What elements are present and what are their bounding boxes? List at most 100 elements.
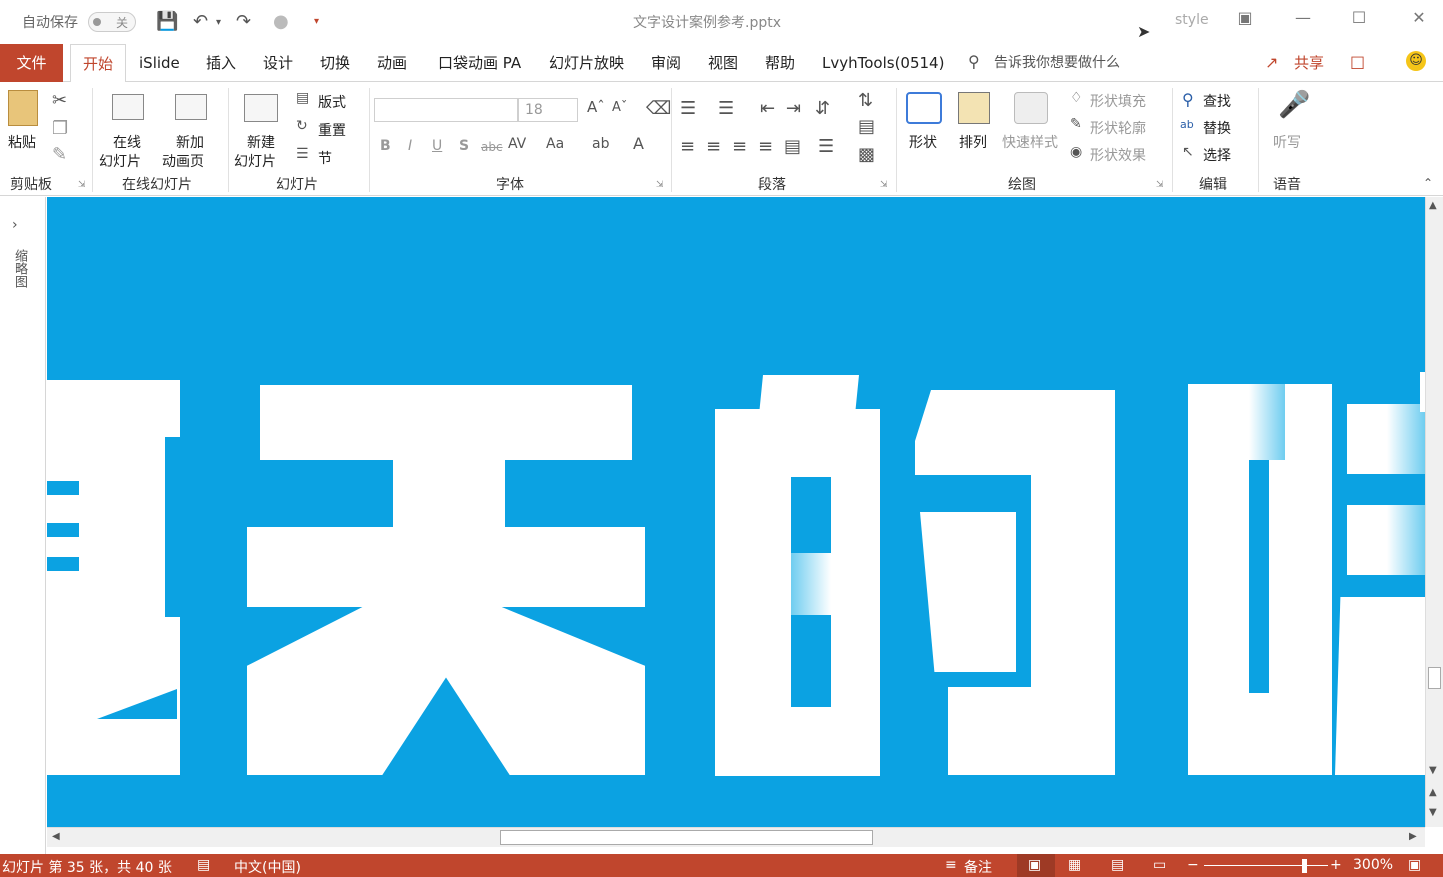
shape-fill-icon[interactable]: ♢	[1070, 90, 1083, 106]
format-painter-icon[interactable]: ✎	[52, 144, 67, 165]
select-button[interactable]: 选择	[1203, 145, 1231, 165]
shape-effects-button[interactable]: 形状效果	[1090, 145, 1146, 165]
arrange-icon[interactable]	[958, 92, 990, 124]
line-spacing-icon[interactable]: ⇵	[815, 98, 830, 119]
previous-slide-icon[interactable]: ▲	[1429, 787, 1437, 798]
new-animation-page-icon[interactable]	[175, 94, 207, 120]
decrease-indent-icon[interactable]: ⇤	[760, 98, 775, 119]
smiley-feedback-icon[interactable]: ☺	[1406, 51, 1426, 71]
vertical-scroll-thumb[interactable]	[1428, 667, 1441, 689]
shapes-icon[interactable]	[906, 92, 942, 124]
reading-view-icon[interactable]: ▤	[1111, 857, 1124, 873]
copy-icon[interactable]: ❐	[52, 118, 68, 139]
close-icon[interactable]: ✕	[1404, 8, 1434, 27]
zoom-in-icon[interactable]: +	[1330, 857, 1342, 873]
shape-fill-button[interactable]: 形状填充	[1090, 91, 1146, 111]
zoom-slider[interactable]	[1204, 865, 1328, 866]
redo-icon[interactable]: ↷	[236, 11, 251, 32]
tab-islide[interactable]: iSlide	[139, 44, 180, 82]
clipboard-launcher-icon[interactable]: ⇲	[78, 180, 86, 190]
tab-slideshow[interactable]: 幻灯片放映	[549, 44, 624, 82]
thumbnails-label[interactable]: 缩略图	[10, 249, 29, 288]
share-icon[interactable]: ↗	[1265, 53, 1278, 72]
arrange-button[interactable]: 排列	[959, 132, 987, 152]
tab-insert[interactable]: 插入	[206, 44, 236, 82]
autosave-toggle[interactable]: 关	[88, 12, 136, 32]
maximize-icon[interactable]: ☐	[1344, 8, 1374, 27]
shapes-button[interactable]: 形状	[909, 132, 937, 152]
shape-effects-icon[interactable]: ◉	[1070, 144, 1082, 160]
tab-view[interactable]: 视图	[708, 44, 738, 82]
shape-outline-icon[interactable]: ✎	[1070, 116, 1082, 132]
tab-lvyhtools[interactable]: LvyhTools(0514)	[822, 44, 944, 82]
zoom-level[interactable]: 300%	[1353, 857, 1393, 873]
spell-check-icon[interactable]: ▤	[197, 857, 210, 873]
zoom-slider-thumb[interactable]	[1302, 859, 1307, 873]
italic-button[interactable]: I	[408, 138, 412, 154]
replace-icon[interactable]: ab	[1180, 118, 1194, 131]
horizontal-scroll-thumb[interactable]	[500, 830, 873, 845]
comments-icon[interactable]: □	[1350, 52, 1365, 71]
paste-button[interactable]: 粘贴	[8, 132, 36, 152]
tab-help[interactable]: 帮助	[765, 44, 795, 82]
share-button[interactable]: 共享	[1294, 44, 1324, 82]
dictate-button[interactable]: 听写	[1273, 132, 1301, 152]
align-center-icon[interactable]: ≡	[706, 136, 721, 157]
scroll-left-icon[interactable]: ◀	[52, 831, 60, 842]
language-indicator[interactable]: 中文(中国)	[234, 857, 301, 877]
notes-icon[interactable]: ≡	[945, 857, 957, 873]
slide-sorter-icon[interactable]: ▦	[1068, 857, 1081, 873]
tab-transitions[interactable]: 切换	[320, 44, 350, 82]
clear-formatting-icon[interactable]: ⌫	[646, 98, 671, 119]
vertical-scrollbar[interactable]: ▲ ▼ ▲ ▼	[1425, 197, 1443, 827]
new-animation-label-2[interactable]: 动画页	[162, 151, 204, 171]
reset-icon[interactable]: ↻	[296, 118, 308, 134]
horizontal-scrollbar[interactable]: ◀ ▶	[47, 827, 1425, 847]
distributed-icon[interactable]: ▤	[784, 136, 801, 157]
select-icon[interactable]: ↖	[1182, 144, 1194, 160]
font-name-combo[interactable]	[374, 98, 518, 122]
font-size-combo[interactable]: 18	[518, 98, 578, 122]
new-animation-label-1[interactable]: 新加	[176, 132, 204, 152]
quick-styles-icon[interactable]	[1014, 92, 1048, 124]
online-slides-icon[interactable]	[112, 94, 144, 120]
columns-icon[interactable]: ☰	[818, 136, 834, 157]
layout-button[interactable]: 版式	[318, 92, 346, 112]
find-icon[interactable]: ⚲	[1182, 90, 1194, 109]
online-slides-label-1[interactable]: 在线	[113, 132, 141, 152]
numbering-icon[interactable]: ☰	[718, 98, 734, 119]
bullets-icon[interactable]: ☰	[680, 98, 696, 119]
cut-icon[interactable]: ✂	[52, 90, 67, 111]
layout-icon[interactable]: ▤	[296, 90, 309, 106]
change-case-icon[interactable]: Aa	[546, 136, 564, 152]
tab-review[interactable]: 审阅	[651, 44, 681, 82]
collapse-ribbon-icon[interactable]: ⌃	[1423, 176, 1433, 190]
smartart-icon[interactable]: ▩	[858, 144, 875, 165]
microphone-icon[interactable]: 🎤	[1278, 90, 1310, 120]
customize-qat-icon[interactable]: ▾	[314, 16, 319, 27]
align-text-icon[interactable]: ▤	[858, 116, 875, 137]
increase-font-icon[interactable]: Aˆ	[587, 98, 605, 116]
slide-canvas[interactable]	[47, 197, 1425, 827]
online-slides-label-2[interactable]: 幻灯片	[99, 151, 141, 171]
tab-file[interactable]: 文件	[0, 44, 63, 82]
align-right-icon[interactable]: ≡	[732, 136, 747, 157]
tab-pocket-animation[interactable]: 口袋动画 PA	[438, 44, 521, 82]
new-slide-label-1[interactable]: 新建	[247, 132, 275, 152]
quick-styles-button[interactable]: 快速样式	[1002, 132, 1058, 152]
zoom-out-icon[interactable]: −	[1187, 857, 1199, 873]
tab-home[interactable]: 开始	[70, 44, 127, 83]
section-icon[interactable]: ☰	[296, 146, 309, 162]
font-launcher-icon[interactable]: ⇲	[656, 180, 664, 190]
find-button[interactable]: 查找	[1203, 91, 1231, 111]
start-slideshow-icon[interactable]: ●	[273, 11, 289, 32]
section-button[interactable]: 节	[318, 148, 332, 168]
increase-indent-icon[interactable]: ⇥	[786, 98, 801, 119]
slideshow-view-icon[interactable]: ▭	[1153, 857, 1166, 873]
character-spacing-icon[interactable]: AV	[508, 136, 526, 152]
font-color-icon[interactable]: A	[633, 134, 644, 153]
tab-design[interactable]: 设计	[263, 44, 293, 82]
reset-button[interactable]: 重置	[318, 120, 346, 140]
new-slide-label-2[interactable]: 幻灯片	[234, 151, 276, 171]
replace-button[interactable]: 替换	[1203, 118, 1231, 138]
